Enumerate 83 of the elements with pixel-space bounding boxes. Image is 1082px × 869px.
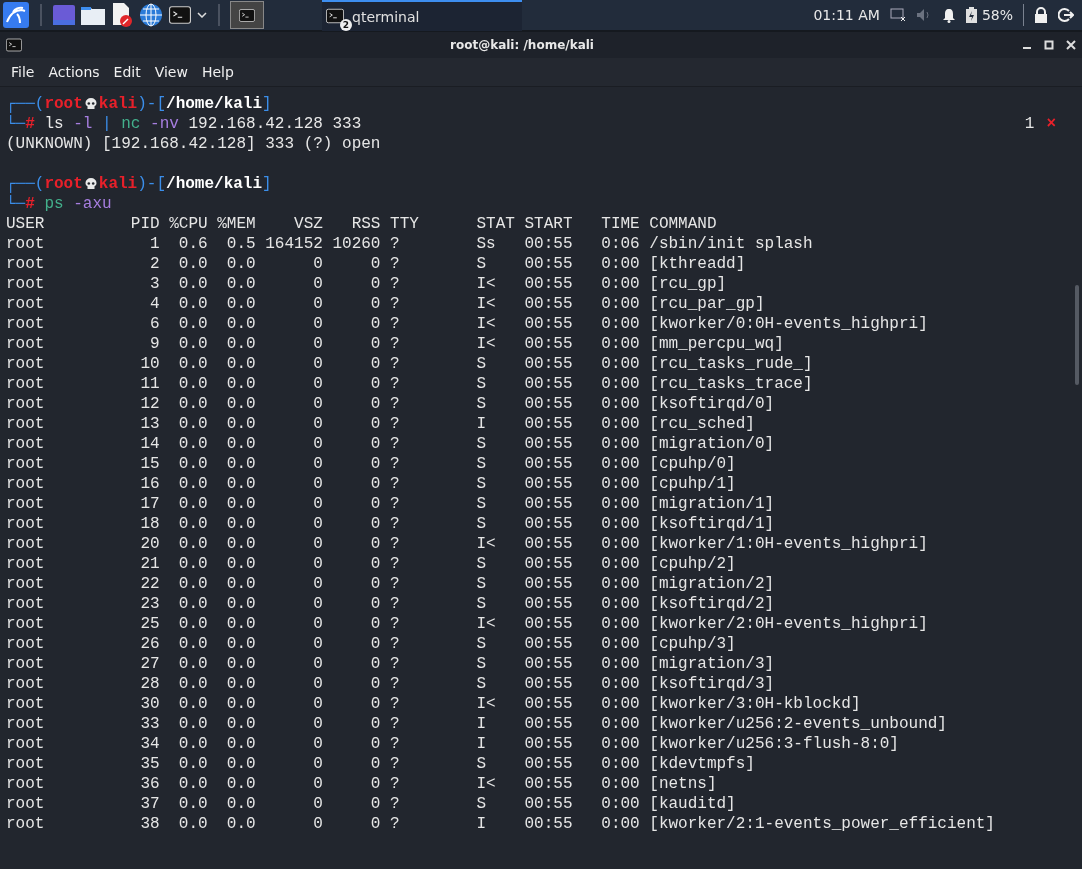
command-text: ls -l | nc -nv 192.168.42.128 333 [44,114,362,134]
display-icon[interactable] [889,8,906,22]
terminal-output-line: root 6 0.0 0.0 0 0 ? I< 00:55 0:00 [kworker/0:0H-events_highpri] [6,314,929,334]
logout-icon[interactable] [1058,7,1074,23]
active-window-button[interactable] [230,1,264,29]
battery-icon[interactable] [965,7,977,23]
maximize-icon[interactable] [1044,40,1054,50]
lock-icon[interactable] [1034,7,1048,23]
prompt-frame: )-[ [137,174,167,194]
prompt-user: root [44,174,83,194]
terminal-output-line: root 18 0.0 0.0 0 0 ? S 00:55 0:00 [ksoftirqd/1] [6,514,776,534]
prompt-symbol: # [25,114,35,134]
terminal-icon[interactable] [169,5,191,25]
prompt-symbol: # [25,194,35,214]
terminal-output-line: root 22 0.0 0.0 0 0 ? S 00:55 0:00 [migration/2] [6,574,776,594]
terminal-output-line: root 37 0.0 0.0 0 0 ? S 00:55 0:00 [kauditd] [6,794,737,814]
menu-item[interactable]: View [147,64,195,80]
terminal-output-line: root 2 0.0 0.0 0 0 ? S 00:55 0:00 [kthreadd] [6,254,747,274]
terminal-output-line: root 4 0.0 0.0 0 0 ? I< 00:55 0:00 [rcu_par_gp] [6,294,766,314]
terminal-output-line: root 20 0.0 0.0 0 0 ? I< 00:55 0:00 [kworker/1:0H-events_highpri] [6,534,929,554]
terminal-output-line: root 26 0.0 0.0 0 0 ? S 00:55 0:00 [cpuhp/3] [6,634,737,654]
prompt-path: /home/kali [166,174,263,194]
prompt-corner: └─ [6,194,26,214]
terminal-output-line: root 1 0.6 0.5 164152 10260 ? Ss 00:55 0:06 /sbin/init splash [6,234,814,254]
prompt-host: kali [98,174,138,194]
menu-item[interactable]: Help [194,64,241,80]
terminal-output-line: root 35 0.0 0.0 0 0 ? S 00:55 0:00 [kdevtmpfs] [6,754,756,774]
error-mark: × [1046,114,1056,134]
prompt-frame: ] [262,94,272,114]
prompt-corner: └─ [6,114,26,134]
globe-icon[interactable] [139,3,163,27]
terminal-output-line: root 36 0.0 0.0 0 0 ? I< 00:55 0:00 [netns] [6,774,718,794]
folder-icon[interactable] [81,5,105,25]
terminal-output-line: root 12 0.0 0.0 0 0 ? S 00:55 0:00 [ksoftirqd/0] [6,394,776,414]
terminal-output-line: root 16 0.0 0.0 0 0 ? S 00:55 0:00 [cpuhp/1] [6,474,737,494]
terminal-output-line: root 27 0.0 0.0 0 0 ? S 00:55 0:00 [migration/3] [6,654,776,674]
skull-icon [83,97,98,111]
prompt-frame: ┌──( [6,174,45,194]
terminal-output-line: root 23 0.0 0.0 0 0 ? S 00:55 0:00 [ksoftirqd/2] [6,594,776,614]
terminal-output-line: root 13 0.0 0.0 0 0 ? I 00:55 0:00 [rcu_sched] [6,414,756,434]
terminal-output-line: root 11 0.0 0.0 0 0 ? S 00:55 0:00 [rcu_tasks_trace] [6,374,814,394]
terminal-output-line: root 33 0.0 0.0 0 0 ? I 00:55 0:00 [kworker/u256:2-events_unbound] [6,714,948,734]
terminal-output-line: root 28 0.0 0.0 0 0 ? S 00:55 0:00 [ksoftirqd/3] [6,674,776,694]
terminal-output-line: root 10 0.0 0.0 0 0 ? S 00:55 0:00 [rcu_tasks_rude_] [6,354,814,374]
terminal-output-line: root 15 0.0 0.0 0 0 ? S 00:55 0:00 [cpuhp/0] [6,454,737,474]
terminal-output-line: root 14 0.0 0.0 0 0 ? S 00:55 0:00 [migration/0] [6,434,776,454]
terminal-output-line: root 21 0.0 0.0 0 0 ? S 00:55 0:00 [cpuhp/2] [6,554,737,574]
window-count-badge: 2 [340,18,352,31]
clock[interactable]: 01:11 AM [813,7,880,23]
scrollbar-thumb[interactable] [1075,285,1079,385]
task-label: qterminal [352,8,420,25]
caret-icon[interactable] [197,12,207,18]
close-icon[interactable] [1066,40,1076,50]
terminal-output-line: (UNKNOWN) [192.168.42.128] 333 (?) open [6,134,382,154]
taskbar-task[interactable]: 2 qterminal [322,0,522,31]
terminal-output-line: root 34 0.0 0.0 0 0 ? I 00:55 0:00 [kworker/u256:3-flush-8:0] [6,734,900,754]
window-title: root@kali: /home/kali [449,38,595,52]
menu-item[interactable]: Edit [106,64,148,80]
exit-code: 1 [1024,114,1035,134]
menu-item[interactable]: File [4,64,42,80]
speaker-icon[interactable] [915,8,932,22]
terminal-output-line: root 17 0.0 0.0 0 0 ? S 00:55 0:00 [migration/1] [6,494,776,514]
document-edit-icon[interactable] [111,3,133,27]
prompt-frame: )-[ [137,94,167,114]
command-text: ps -axu [44,194,112,214]
terminal-output-line: root 9 0.0 0.0 0 0 ? I< 00:55 0:00 [mm_percpu_wq] [6,334,785,354]
bell-icon[interactable] [941,7,956,23]
terminal-output-line: USER PID %CPU %MEM VSZ RSS TTY STAT START TIME COMMAND [6,214,718,234]
terminal-output-line: root 38 0.0 0.0 0 0 ? I 00:55 0:00 [kworker/2:1-events_power_efficient] [6,814,996,834]
terminal-icon[interactable] [6,38,22,52]
terminal-output-line: root 30 0.0 0.0 0 0 ? I< 00:55 0:00 [kworker/3:0H-kblockd] [6,694,862,714]
terminal-icon[interactable] [239,8,255,22]
terminal-output-line: root 25 0.0 0.0 0 0 ? I< 00:55 0:00 [kworker/2:0H-events_highpri] [6,614,929,634]
battery-percent: 58% [981,7,1013,23]
menu-item[interactable]: Actions [41,64,107,80]
prompt-frame: ┌──( [6,94,45,114]
terminal-output-line: root 3 0.0 0.0 0 0 ? I< 00:55 0:00 [rcu_gp] [6,274,728,294]
prompt-frame: ] [262,174,272,194]
prompt-host: kali [98,94,138,114]
prompt-path: /home/kali [166,94,263,114]
prompt-user: root [44,94,83,114]
terminal-icon[interactable] [326,7,344,24]
skull-icon [83,177,98,191]
